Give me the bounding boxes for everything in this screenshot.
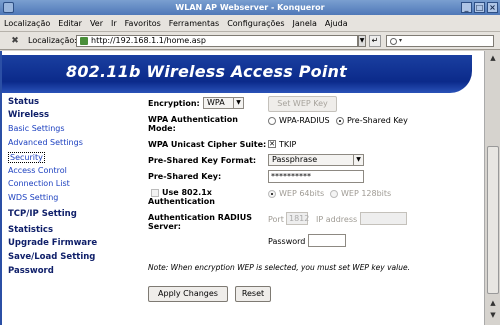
sidebar-item-wireless[interactable]: Wireless (8, 110, 49, 120)
encryption-value: WPA (207, 98, 225, 107)
scroll-down-icon[interactable]: ▼ (487, 309, 499, 321)
menubar: Localização Editar Ver Ir Favoritos Ferr… (0, 15, 500, 32)
wep-64bits-label: WEP 64bits (279, 189, 325, 198)
minimize-icon[interactable]: _ (461, 2, 472, 13)
sidebar-item-upgrade-firmware[interactable]: Upgrade Firmware (8, 238, 97, 248)
menu-ajuda[interactable]: Ajuda (325, 19, 348, 28)
clear-location-icon[interactable]: ✖ (9, 35, 21, 47)
psk-label: Pre-Shared Key: (148, 172, 222, 181)
tkip-label: TKIP (279, 140, 297, 149)
chevron-down-icon: ▼ (353, 155, 363, 165)
pre-shared-key-radio[interactable] (336, 117, 344, 125)
encryption-label: Encryption: (148, 99, 200, 108)
go-icon[interactable]: ↵ (369, 35, 381, 47)
sidebar-item-save-load-setting[interactable]: Save/Load Setting (8, 252, 95, 262)
menu-ir[interactable]: Ir (111, 19, 117, 28)
sidebar-item-security[interactable]: Security (8, 152, 45, 163)
set-wep-key-button[interactable]: Set WEP Key (268, 96, 337, 112)
menu-configuracoes[interactable]: Configurações (227, 19, 284, 28)
menu-localizacao[interactable]: Localização (4, 19, 50, 28)
banner: 802.11b Wireless Access Point (2, 55, 472, 93)
sidebar-item-wds-setting[interactable]: WDS Setting (8, 193, 58, 202)
radius-password-input[interactable] (308, 234, 346, 247)
scroll-up-icon[interactable]: ▲ (487, 297, 499, 309)
psk-format-value: Passphrase (272, 155, 318, 164)
search-input[interactable]: ▾ (386, 35, 494, 47)
location-label: Localização: (28, 36, 77, 45)
menu-ferramentas[interactable]: Ferramentas (169, 19, 219, 28)
menu-janela[interactable]: Janela (293, 19, 317, 28)
menu-editar[interactable]: Editar (58, 19, 82, 28)
vertical-scrollbar[interactable]: ▲ ▲ ▼ (484, 51, 500, 325)
sidebar-item-connection-list[interactable]: Connection List (8, 179, 70, 188)
close-icon[interactable]: × (487, 2, 498, 13)
cipher-suite-label: WPA Unicast Cipher Suite: (148, 140, 267, 149)
maximize-icon[interactable]: □ (474, 2, 485, 13)
auth-mode-label: WPA Authentication Mode: (148, 115, 238, 133)
sidebar-item-access-control[interactable]: Access Control (8, 166, 67, 175)
url-input[interactable]: http://192.168.1.1/home.asp (76, 35, 358, 47)
url-dropdown-icon[interactable]: ▼ (358, 35, 366, 47)
page-content: 802.11b Wireless Access Point Status Wir… (0, 51, 484, 325)
psk-format-select[interactable]: Passphrase ▼ (268, 154, 364, 166)
menu-ver[interactable]: Ver (90, 19, 103, 28)
wep-note: Note: When encryption WEP is selected, y… (148, 263, 410, 272)
sidebar-item-tcpip-setting[interactable]: TCP/IP Setting (8, 209, 77, 219)
radius-password-label: Password (268, 237, 306, 246)
wep-128bits-radio[interactable] (330, 190, 338, 198)
search-dropdown-icon[interactable]: ▾ (399, 37, 402, 44)
ip-address-label: IP address (316, 215, 358, 224)
psk-format-label: Pre-Shared Key Format: (148, 156, 257, 165)
wpa-radius-label: WPA-RADIUS (279, 116, 330, 125)
sidebar-item-status[interactable]: Status (8, 97, 39, 107)
search-icon (390, 38, 397, 45)
wpa-radius-radio[interactable] (268, 117, 276, 125)
window-titlebar: WLAN AP Webserver - Konqueror _ □ × (0, 0, 500, 15)
wep-128bits-label: WEP 128bits (341, 189, 392, 198)
page-icon (80, 37, 88, 45)
psk-input[interactable]: ********** (268, 170, 364, 183)
window-title: WLAN AP Webserver - Konqueror (175, 3, 325, 12)
tkip-checkbox[interactable]: ✕ (268, 140, 276, 148)
location-bar: ✖ Localização: http://192.168.1.1/home.a… (0, 32, 500, 50)
apply-changes-button[interactable]: Apply Changes (148, 286, 228, 302)
app-icon[interactable] (3, 2, 14, 13)
banner-title: 802.11b Wireless Access Point (66, 62, 347, 81)
sidebar-item-password[interactable]: Password (8, 266, 54, 276)
sidebar-item-advanced-settings[interactable]: Advanced Settings (8, 138, 83, 147)
chevron-down-icon: ▼ (233, 98, 243, 108)
pre-shared-key-label: Pre-Shared Key (347, 116, 408, 125)
use-8021x-label: Use 802.1x Authentication (148, 188, 215, 206)
scroll-thumb[interactable] (487, 146, 499, 294)
port-input[interactable]: 1812 (286, 212, 309, 225)
ip-address-input[interactable] (360, 212, 407, 225)
reset-button[interactable]: Reset (235, 286, 271, 302)
scroll-up-icon[interactable]: ▲ (487, 52, 499, 64)
port-label: Port (268, 215, 284, 224)
menu-favoritos[interactable]: Favoritos (125, 19, 161, 28)
sidebar-item-basic-settings[interactable]: Basic Settings (8, 124, 65, 133)
encryption-select[interactable]: WPA ▼ (203, 97, 244, 109)
radius-server-label: Authentication RADIUS Server: (148, 213, 253, 231)
wep-64bits-radio[interactable] (268, 190, 276, 198)
sidebar-item-statistics[interactable]: Statistics (8, 225, 53, 235)
